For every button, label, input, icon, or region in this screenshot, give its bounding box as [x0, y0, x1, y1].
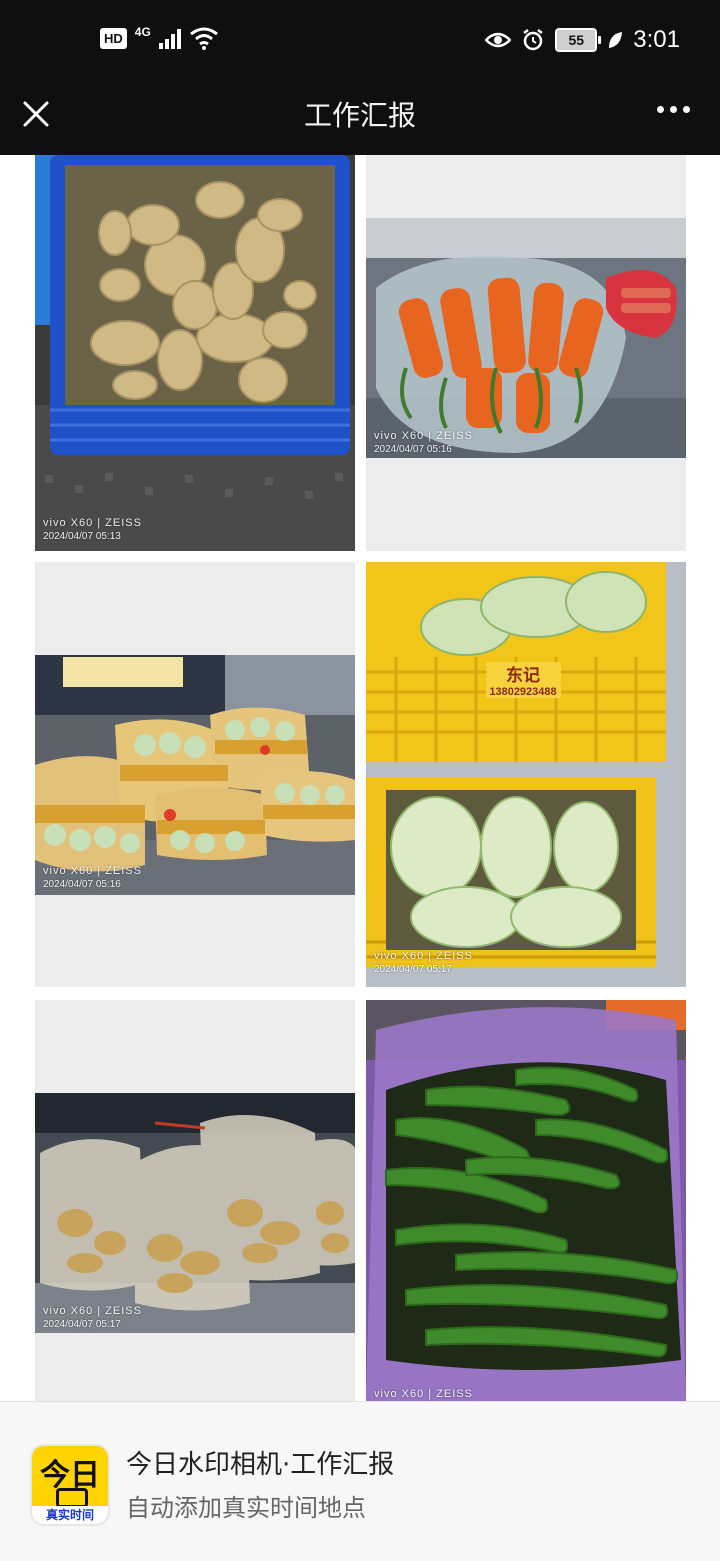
navigation-bar: 工作汇报	[0, 84, 720, 155]
photo-watermark: vivo X60 | ZEISS 2024/04/07 05:16	[43, 865, 142, 890]
photo-watermark: vivo X60 | ZEISS	[374, 1388, 473, 1400]
green-pepper-photo	[366, 1000, 686, 1401]
photo-watermark: vivo X60 | ZEISS 2024/04/07 05:17	[43, 1305, 142, 1330]
clock: 3:01	[633, 26, 680, 53]
photo-watermark: vivo X60 | ZEISS 2024/04/07 05:13	[43, 517, 142, 542]
photo-tile[interactable]: vivo X60 | ZEISS 2024/04/07 05:16	[366, 155, 686, 551]
alarm-icon	[523, 29, 544, 51]
page-title: 工作汇报	[303, 99, 416, 132]
app-promo-banner[interactable]: 今日 真实时间 今日水印相机·工作汇报 自动添加真实时间地点	[0, 1401, 720, 1561]
ginger-photo	[35, 1093, 355, 1333]
battery-icon: 55	[555, 28, 602, 52]
photo-tile[interactable]: vivo X60 | ZEISS	[366, 1000, 686, 1401]
eye-icon	[485, 32, 512, 48]
status-bar: HD 4G 55 3:01	[0, 0, 720, 84]
more-options-icon[interactable]	[657, 106, 690, 113]
leaf-icon	[609, 32, 623, 48]
photo-watermark: vivo X60 | ZEISS 2024/04/07 05:17	[374, 950, 473, 975]
photo-watermark: vivo X60 | ZEISS 2024/04/07 05:16	[374, 430, 473, 455]
photo-grid: vivo X60 | ZEISS 2024/04/07 05:13 vivo X…	[0, 155, 720, 1401]
photo-tile[interactable]: vivo X60 | ZEISS 2024/04/07 05:13	[35, 155, 355, 551]
crate-phone: 13802923488	[489, 686, 556, 698]
potato-photo	[35, 155, 355, 551]
crate-label: 东记	[506, 665, 540, 686]
wifi-icon	[189, 27, 218, 50]
banner-title[interactable]: 今日水印相机·工作汇报	[126, 1444, 394, 1481]
hd-indicator: HD	[100, 27, 127, 49]
signal-icon	[158, 27, 181, 49]
camera-icon	[56, 1488, 88, 1508]
cabbage-bag-photo	[35, 655, 355, 895]
app-icon[interactable]: 今日 真实时间	[30, 1444, 110, 1526]
photo-tile[interactable]: 东记 13802923488 vivo X60 | ZEISS 2024/04/…	[366, 562, 686, 987]
network-type: 4G	[134, 25, 151, 39]
napa-cabbage-photo: 东记 13802923488	[366, 562, 686, 987]
banner-subtitle: 自动添加真实时间地点	[126, 1494, 366, 1522]
photo-tile[interactable]: vivo X60 | ZEISS 2024/04/07 05:17	[35, 1000, 355, 1401]
carrot-photo	[366, 218, 686, 458]
photo-tile[interactable]: vivo X60 | ZEISS 2024/04/07 05:16	[35, 562, 355, 987]
